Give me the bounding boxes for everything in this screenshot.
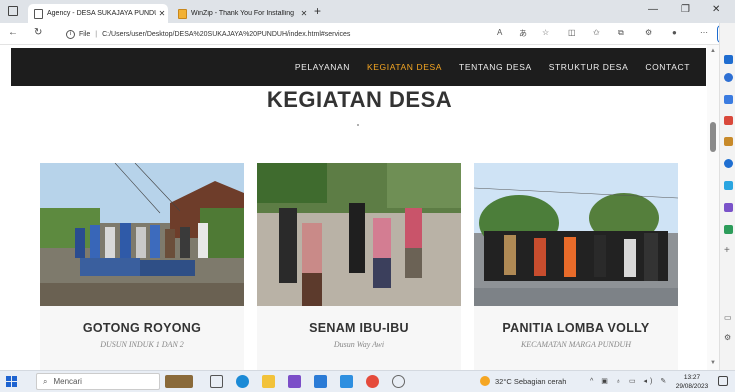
card-subtitle: DUSUN INDUK 1 DAN 2 bbox=[100, 340, 184, 349]
nav-contact[interactable]: CONTACT bbox=[645, 62, 690, 72]
search-highlight-icon[interactable] bbox=[165, 375, 193, 388]
edge-sidebar: + ▭ ⚙ bbox=[719, 23, 735, 370]
chrome-icon[interactable] bbox=[366, 375, 379, 388]
tab-winzip[interactable]: WinZip - Thank You For Installing ✕ bbox=[172, 4, 310, 23]
sidebar-hide-icon[interactable]: ▭ bbox=[724, 313, 732, 322]
card-title: SENAM IBU-IBU bbox=[309, 321, 409, 335]
page-scrollbar[interactable]: ▲ ▼ bbox=[707, 45, 719, 370]
taskbar-search-input[interactable]: ⌕ Mencari bbox=[36, 373, 160, 390]
scroll-down-icon[interactable]: ▼ bbox=[710, 360, 716, 366]
system-tray-icons[interactable]: ^ ▣ ♁ ▭ ◂) ✎ bbox=[590, 377, 669, 385]
refresh-icon[interactable]: ↻ bbox=[34, 27, 42, 38]
url-text: C:/Users/user/Desktop/DESA%20SUKAJAYA%20… bbox=[102, 30, 351, 38]
sidebar-add-icon[interactable]: + bbox=[724, 245, 730, 256]
split-screen-icon[interactable]: ◫ bbox=[568, 28, 576, 37]
nav-tentang-desa[interactable]: TENTANG DESA bbox=[459, 62, 532, 72]
favorite-icon[interactable]: ☆ bbox=[542, 28, 549, 37]
new-tab-button[interactable]: + bbox=[314, 4, 321, 18]
nav-kegiatan-desa[interactable]: KEGIATAN DESA bbox=[367, 62, 442, 72]
search-placeholder: Mencari bbox=[53, 377, 82, 386]
sun-icon bbox=[480, 376, 490, 386]
clock-time: 13:27 bbox=[683, 374, 701, 381]
vscode-icon[interactable] bbox=[340, 375, 353, 388]
page-icon bbox=[34, 8, 43, 19]
task-view-icon[interactable] bbox=[210, 375, 223, 388]
section-title: KEGIATAN DESA bbox=[266, 87, 453, 112]
file-explorer-icon[interactable] bbox=[262, 375, 275, 388]
more-menu-icon[interactable]: ⋯ bbox=[700, 28, 708, 37]
weather-widget[interactable]: 32°C Sebagian cerah bbox=[480, 376, 566, 386]
activity-card-senam-ibu-ibu[interactable]: SENAM IBU-IBU Dusun Way Awi bbox=[257, 163, 461, 370]
read-aloud-icon[interactable]: A bbox=[497, 28, 502, 37]
extension-icon[interactable]: ⚙ bbox=[645, 28, 652, 37]
nav-struktur-desa[interactable]: STRUKTUR DESA bbox=[549, 62, 629, 72]
sidebar-search-icon[interactable] bbox=[724, 73, 733, 82]
clock-date: 29/08/2023 bbox=[675, 383, 709, 390]
info-icon[interactable]: i bbox=[66, 29, 75, 39]
title-divider bbox=[357, 124, 359, 126]
url-separator: | bbox=[95, 30, 98, 38]
site-menu: PELAYANAN KEGIATAN DESA TENTANG DESA STR… bbox=[295, 48, 690, 86]
senam-ibu-ibu-photo bbox=[257, 163, 461, 306]
address-bar: ← ↻ i File | C:/Users/user/Desktop/DESA%… bbox=[0, 23, 735, 45]
mail-app-icon[interactable] bbox=[314, 375, 327, 388]
close-tab-icon[interactable]: ✕ bbox=[298, 9, 310, 18]
panitia-lomba-volly-photo bbox=[474, 163, 678, 306]
close-window-icon[interactable]: ✕ bbox=[712, 4, 720, 15]
gotong-royong-photo bbox=[40, 163, 244, 306]
tab-label: Agency - DESA SUKAJAYA PUNDUH bbox=[47, 10, 156, 17]
card-title: GOTONG ROYONG bbox=[82, 321, 202, 335]
notification-icon[interactable] bbox=[718, 376, 728, 386]
card-subtitle: Dusun Way Awi bbox=[333, 340, 385, 349]
tab-label: WinZip - Thank You For Installing bbox=[191, 10, 294, 17]
taskbar: ⌕ Mencari 32°C Sebagian cerah ^ ▣ ♁ ▭ ◂)… bbox=[0, 370, 735, 392]
weather-text: 32°C Sebagian cerah bbox=[495, 376, 567, 386]
photos-app-icon[interactable] bbox=[288, 375, 301, 388]
tab-agency[interactable]: Agency - DESA SUKAJAYA PUNDUH ✕ bbox=[28, 4, 168, 23]
sidebar-games-icon[interactable] bbox=[724, 116, 733, 125]
file-label: File bbox=[79, 30, 91, 38]
sidebar-shopping-icon[interactable] bbox=[724, 55, 733, 64]
favorites-icon[interactable]: ✩ bbox=[593, 28, 600, 37]
sidebar-office-icon[interactable] bbox=[724, 137, 733, 146]
windows-start-icon[interactable] bbox=[6, 376, 17, 387]
settings-icon[interactable] bbox=[392, 375, 405, 388]
nav-pelayanan[interactable]: PELAYANAN bbox=[295, 62, 350, 72]
activity-card-gotong-royong[interactable]: GOTONG ROYONG DUSUN INDUK 1 DAN 2 bbox=[40, 163, 244, 370]
taskbar-clock[interactable]: 13:27 29/08/2023 bbox=[672, 373, 712, 391]
card-caption: SENAM IBU-IBU Dusun Way Awi bbox=[257, 306, 461, 370]
collections-icon[interactable]: ⧉ bbox=[618, 28, 624, 38]
card-caption: GOTONG ROYONG DUSUN INDUK 1 DAN 2 bbox=[40, 306, 244, 370]
tab-actions-icon[interactable] bbox=[8, 6, 18, 16]
winzip-icon bbox=[178, 8, 187, 19]
sidebar-outlook-icon[interactable] bbox=[724, 159, 733, 168]
sidebar-tools-icon[interactable] bbox=[724, 95, 733, 104]
sidebar-settings-icon[interactable]: ⚙ bbox=[724, 333, 731, 342]
url-field[interactable]: i File | C:/Users/user/Desktop/DESA%20SU… bbox=[66, 26, 466, 42]
scroll-thumb[interactable] bbox=[710, 122, 716, 152]
search-icon: ⌕ bbox=[43, 376, 48, 386]
scroll-up-icon[interactable]: ▲ bbox=[710, 48, 716, 54]
restore-icon[interactable]: ❐ bbox=[681, 4, 690, 15]
back-icon[interactable]: ← bbox=[8, 27, 18, 38]
minimize-icon[interactable]: — bbox=[648, 4, 658, 15]
activity-card-panitia-lomba-volly[interactable]: PANITIA LOMBA VOLLY KECAMATAN MARGA PUND… bbox=[474, 163, 678, 370]
card-title: PANITIA LOMBA VOLLY bbox=[502, 321, 650, 335]
site-navbar: PELAYANAN KEGIATAN DESA TENTANG DESA STR… bbox=[11, 48, 706, 86]
card-subtitle: KECAMATAN MARGA PUNDUH bbox=[520, 340, 632, 349]
card-caption: PANITIA LOMBA VOLLY KECAMATAN MARGA PUND… bbox=[474, 306, 678, 370]
sidebar-designer-icon[interactable] bbox=[724, 203, 733, 212]
sidebar-drop-icon[interactable] bbox=[724, 181, 733, 190]
close-tab-icon[interactable]: ✕ bbox=[156, 9, 168, 18]
tab-strip: Agency - DESA SUKAJAYA PUNDUH ✕ WinZip -… bbox=[0, 0, 735, 23]
edge-taskbar-icon[interactable] bbox=[236, 375, 249, 388]
translate-icon[interactable]: あ bbox=[519, 28, 527, 39]
web-page: PELAYANAN KEGIATAN DESA TENTANG DESA STR… bbox=[0, 45, 719, 370]
sidebar-web-capture-icon[interactable] bbox=[724, 225, 733, 234]
profile-icon[interactable]: ● bbox=[672, 28, 677, 37]
